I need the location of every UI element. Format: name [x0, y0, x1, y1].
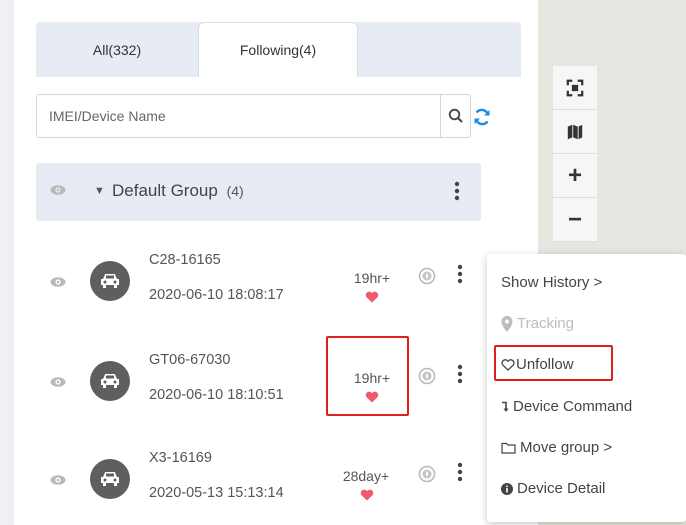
group-count: (4)	[226, 183, 244, 199]
device-name: GT06-67030	[149, 352, 231, 368]
device-timestamp: 2020-05-13 15:13:14	[149, 485, 284, 501]
location-pin-icon	[501, 315, 513, 332]
search-input[interactable]	[36, 94, 441, 138]
group-name: Default Group (4)	[112, 181, 244, 201]
map-toolbar: + −	[553, 66, 601, 242]
menu-item-show-history[interactable]: Show History >	[501, 274, 602, 291]
tab-bar: All(332) Following(4)	[36, 22, 521, 77]
list-item[interactable]: X3-16169 2020-05-13 15:13:14 28day+	[36, 440, 496, 525]
info-circle-icon	[501, 482, 513, 495]
highlight-box-follow-status	[326, 336, 409, 416]
device-list-panel: All(332) Following(4) IMEI/Device Name ▼…	[36, 22, 521, 522]
device-name: C28-16165	[149, 252, 221, 268]
compass-icon[interactable]	[418, 267, 436, 290]
highlight-box-unfollow	[494, 345, 613, 381]
list-item[interactable]: GT06-67030 2020-06-10 18:10:51 19hr+	[36, 342, 496, 432]
device-duration: 19hr+	[353, 270, 391, 286]
fit-bounds-button[interactable]	[553, 66, 597, 110]
compass-icon[interactable]	[418, 465, 436, 488]
menu-item-device-detail[interactable]: Device Detail	[501, 480, 605, 497]
folder-icon	[501, 442, 516, 454]
search-button[interactable]	[441, 94, 471, 138]
more-vertical-icon[interactable]	[457, 462, 463, 487]
menu-item-label: Device Detail	[517, 480, 606, 497]
left-sidebar-band	[0, 0, 14, 525]
device-timestamp: 2020-06-10 18:08:17	[149, 287, 284, 303]
device-duration: 28day+	[342, 468, 390, 484]
zoom-out-button[interactable]: −	[553, 198, 597, 242]
zoom-in-button[interactable]: +	[553, 154, 597, 198]
more-vertical-icon[interactable]	[457, 264, 463, 289]
heart-icon[interactable]	[342, 290, 402, 308]
device-timestamp: 2020-06-10 18:10:51	[149, 387, 284, 403]
tab-all[interactable]: All(332)	[36, 22, 198, 77]
refresh-icon	[474, 108, 490, 126]
device-context-menu: Show History > Tracking Unfollow Device …	[487, 254, 686, 522]
visibility-eye-icon[interactable]	[50, 275, 66, 294]
list-item[interactable]: C28-16165 2020-06-10 18:08:17 19hr+	[36, 242, 496, 332]
group-name-label: Default Group	[112, 181, 218, 200]
caret-down-icon[interactable]: ▼	[94, 185, 105, 197]
compass-icon[interactable]	[418, 367, 436, 390]
tab-following[interactable]: Following(4)	[198, 22, 358, 77]
device-name: X3-16169	[149, 450, 212, 466]
refresh-button[interactable]	[469, 104, 495, 130]
menu-item-label: Move group >	[520, 439, 613, 456]
more-vertical-icon[interactable]	[457, 364, 463, 389]
visibility-eye-icon[interactable]	[50, 375, 66, 394]
menu-item-tracking[interactable]: Tracking	[501, 315, 574, 332]
arrow-down-icon	[501, 401, 509, 413]
heart-icon[interactable]	[337, 488, 397, 506]
visibility-eye-icon[interactable]	[50, 473, 66, 492]
visibility-eye-icon[interactable]	[50, 183, 66, 202]
car-icon	[90, 361, 130, 401]
group-row-default[interactable]: ▼ Default Group (4)	[36, 163, 481, 221]
menu-item-label: Show History >	[501, 274, 603, 291]
menu-item-device-command[interactable]: Device Command	[501, 398, 632, 415]
search-row	[36, 94, 521, 138]
car-icon	[90, 261, 130, 301]
more-vertical-icon[interactable]	[454, 181, 460, 206]
search-icon	[448, 108, 463, 123]
menu-item-move-group[interactable]: Move group >	[501, 439, 612, 456]
map-icon	[567, 124, 583, 139]
map-layer-button[interactable]	[553, 110, 597, 154]
menu-item-label: Tracking	[517, 315, 574, 332]
car-icon	[90, 459, 130, 499]
fit-bounds-icon	[566, 79, 584, 96]
menu-item-label: Device Command	[513, 398, 633, 415]
